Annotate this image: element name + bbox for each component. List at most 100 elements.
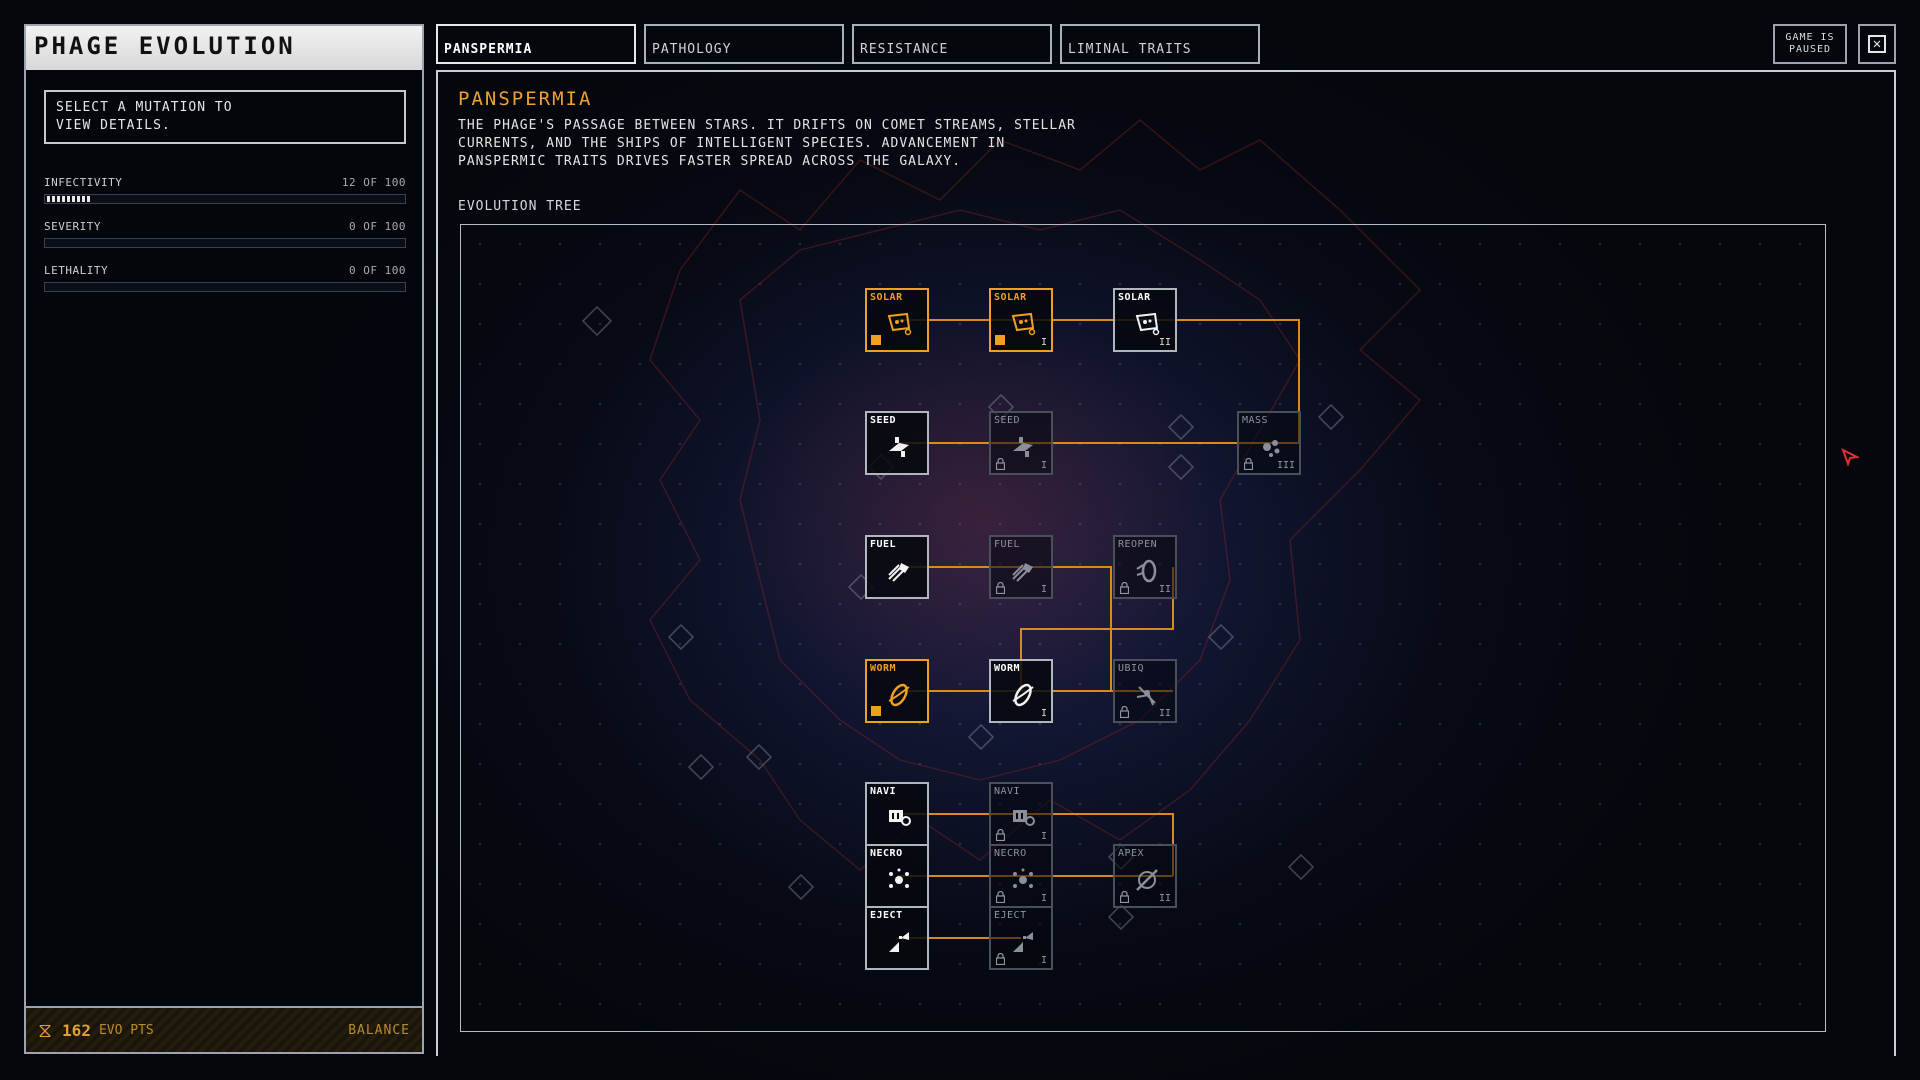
tab-liminal-traits[interactable]: LIMINAL TRAITS — [1060, 24, 1260, 64]
tab-panspermia[interactable]: PANSPERMIA — [436, 24, 636, 64]
ubiquity-icon — [1136, 686, 1156, 706]
page-description: THE PHAGE'S PASSAGE BETWEEN STARS. IT DR… — [458, 118, 1076, 169]
mutation-node-label: REOPEN — [1118, 539, 1158, 550]
mutation-node-solar2[interactable]: SOLAR II — [1113, 288, 1177, 352]
game-paused-indicator[interactable]: GAME IS PAUSED — [1773, 24, 1847, 64]
navigation-icon — [1013, 810, 1035, 826]
evolution-tree-label: EVOLUTION TREE — [458, 199, 582, 214]
evo-points-bar: ⧖ 162 EVO PTS BALANCE — [26, 1006, 422, 1052]
mutation-node-label: WORM — [994, 663, 1021, 674]
mutation-node-label: SOLAR — [994, 292, 1027, 303]
mutation-node-label: WORM — [870, 663, 897, 674]
dna-icon: ⧖ — [38, 1018, 53, 1042]
decor-diamond — [1107, 903, 1135, 931]
mutation-tier-label: I — [1040, 893, 1047, 904]
evolution-tree: SOLAR SOLAR I SOLAR II SEED SEED I MASS III FUEL FU… — [460, 224, 1826, 1032]
mutation-node-solar1[interactable]: SOLAR I — [989, 288, 1053, 352]
owned-marker — [995, 335, 1005, 345]
necro-spore-icon — [889, 868, 909, 888]
mutation-node-fuel0[interactable]: FUEL — [865, 535, 929, 599]
solar-sail-icon — [1135, 312, 1160, 336]
eject-debris-icon — [1013, 932, 1033, 952]
stat-value: 0 OF 100 — [349, 264, 406, 277]
decor-diamond — [1287, 853, 1315, 881]
mutation-node-necro0[interactable]: NECRO — [865, 844, 929, 908]
owned-marker — [871, 706, 881, 716]
mutation-tier-label: III — [1276, 460, 1295, 471]
mutation-node-label: UBIQ — [1118, 663, 1145, 674]
seed-ship-icon — [889, 437, 909, 457]
stat-label: INFECTIVITY — [44, 176, 123, 189]
close-icon: ✕ — [1868, 35, 1886, 53]
tab-pathology[interactable]: PATHOLOGY — [644, 24, 844, 64]
mutation-node-eject1[interactable]: EJECT I — [989, 906, 1053, 970]
lock-icon — [1120, 706, 1129, 718]
mutation-node-navi1[interactable]: NAVI I — [989, 782, 1053, 846]
close-button[interactable]: ✕ — [1858, 24, 1896, 64]
decor-diamond — [787, 873, 815, 901]
mutation-node-label: NAVI — [994, 786, 1021, 797]
mutation-node-label: SOLAR — [870, 292, 903, 303]
mutation-tier-label: II — [1158, 584, 1171, 595]
evo-points-label: EVO PTS — [98, 1022, 154, 1038]
eject-debris-icon — [889, 932, 909, 952]
solar-sail-icon — [887, 312, 912, 336]
balance-button[interactable]: BALANCE — [348, 1023, 410, 1038]
mutation-node-worm0[interactable]: WORM — [865, 659, 929, 723]
owned-marker — [871, 335, 881, 345]
mutation-node-label: NECRO — [870, 848, 903, 859]
portal-icon — [1136, 559, 1157, 583]
mutation-node-eject0[interactable]: EJECT — [865, 906, 929, 970]
page-title: PANSPERMIA — [458, 88, 593, 110]
mutation-tier-label: I — [1040, 460, 1047, 471]
lethality-bar — [44, 282, 406, 292]
stat-infectivity: INFECTIVITY 12 OF 100 — [44, 176, 406, 204]
tab-resistance[interactable]: RESISTANCE — [852, 24, 1052, 64]
mutation-tier-label: I — [1040, 831, 1047, 842]
mouse-cursor-icon — [1841, 448, 1859, 466]
mutation-node-mass[interactable]: MASS III — [1237, 411, 1301, 475]
mutation-tier-label: II — [1158, 893, 1171, 904]
mutation-node-seed1[interactable]: SEED I — [989, 411, 1053, 475]
lock-icon — [1244, 458, 1253, 470]
wormhole-icon — [888, 683, 910, 707]
decor-diamond — [967, 723, 995, 751]
decor-diamond — [667, 623, 695, 651]
mutation-node-ubiq[interactable]: UBIQ II — [1113, 659, 1177, 723]
infectivity-bar-fill — [47, 196, 91, 202]
lock-icon — [1120, 891, 1129, 903]
apex-icon — [1136, 869, 1158, 891]
mutation-tier-label: II — [1158, 708, 1171, 719]
fuel-comet-icon — [888, 563, 909, 582]
decor-diamond — [745, 743, 773, 771]
lock-icon — [1120, 582, 1129, 594]
mutation-node-label: APEX — [1118, 848, 1145, 859]
stat-value: 0 OF 100 — [349, 220, 406, 233]
mutation-node-necro1[interactable]: NECRO I — [989, 844, 1053, 908]
mutation-details-box: SELECT A MUTATION TO VIEW DETAILS. — [44, 90, 406, 144]
infectivity-bar — [44, 194, 406, 204]
decor-diamond — [1167, 413, 1195, 441]
mutation-node-label: SEED — [994, 415, 1021, 426]
severity-bar — [44, 238, 406, 248]
phage-evolution-panel: PHAGE EVOLUTION SELECT A MUTATION TO VIE… — [24, 24, 424, 1054]
mutation-node-navi0[interactable]: NAVI — [865, 782, 929, 846]
decor-diamond — [1317, 403, 1345, 431]
mutation-node-seed0[interactable]: SEED — [865, 411, 929, 475]
mutation-node-label: MASS — [1242, 415, 1269, 426]
mutation-tier-label: II — [1158, 337, 1171, 348]
mutation-node-solar0[interactable]: SOLAR — [865, 288, 929, 352]
mutation-node-fuel1[interactable]: FUEL I — [989, 535, 1053, 599]
mutation-tier-label: I — [1040, 708, 1047, 719]
lock-icon — [996, 582, 1005, 594]
mutation-tier-label: I — [1040, 584, 1047, 595]
mutation-node-label: FUEL — [994, 539, 1021, 550]
lock-icon — [996, 953, 1005, 965]
mutation-node-worm1[interactable]: WORM I — [989, 659, 1053, 723]
mutation-node-reopen[interactable]: REOPEN II — [1113, 535, 1177, 599]
mutation-node-label: SOLAR — [1118, 292, 1151, 303]
mutation-node-apex[interactable]: APEX II — [1113, 844, 1177, 908]
mutation-tier-label: I — [1040, 337, 1047, 348]
mutation-node-label: SEED — [870, 415, 897, 426]
evo-points-value: 162 — [62, 1020, 91, 1040]
